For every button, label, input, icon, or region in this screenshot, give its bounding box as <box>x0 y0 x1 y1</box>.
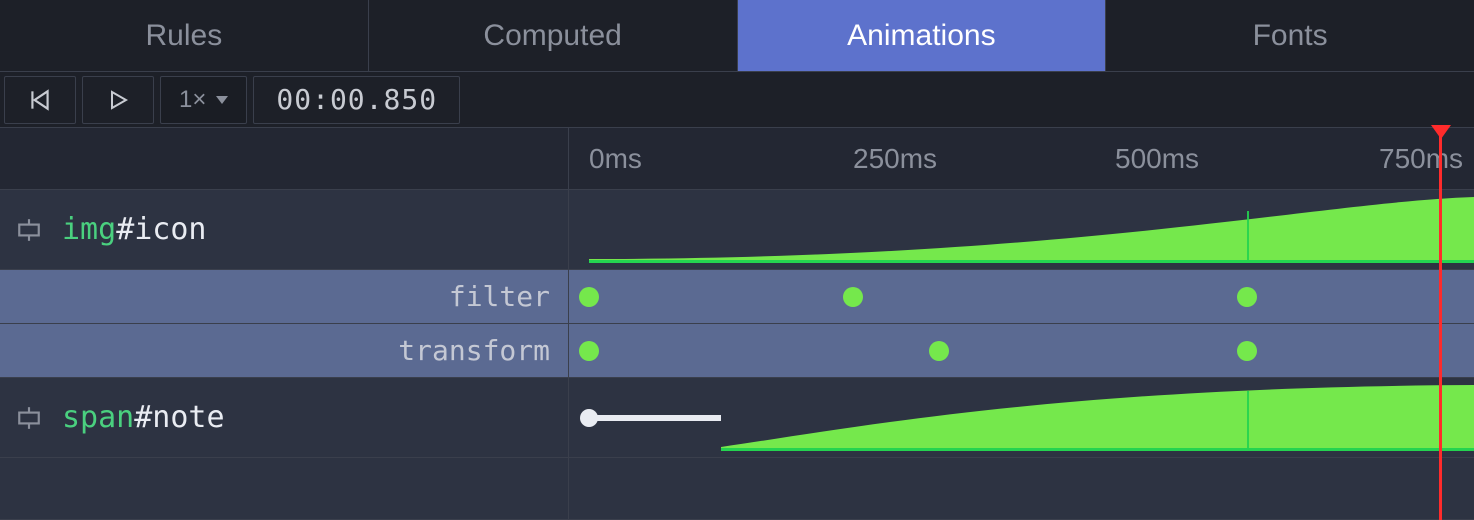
keyframe[interactable] <box>579 287 599 307</box>
playhead-scrubber[interactable] <box>1439 128 1442 520</box>
time-ruler[interactable]: 0ms 250ms 500ms 750ms <box>0 128 1474 190</box>
tab-fonts[interactable]: Fonts <box>1106 0 1474 71</box>
timeline-spacer <box>0 458 1474 520</box>
keyframe[interactable] <box>929 341 949 361</box>
inspector-tabs: Rules Computed Animations Fonts <box>0 0 1474 72</box>
tab-rules[interactable]: Rules <box>0 0 369 71</box>
element-selector: img#icon <box>62 212 207 247</box>
keyframe[interactable] <box>579 341 599 361</box>
playhead-marker-icon <box>1431 125 1451 139</box>
time-tick: 250ms <box>853 143 937 175</box>
property-row[interactable]: filter <box>0 270 1474 324</box>
property-name: transform <box>398 334 550 367</box>
element-selector: span#note <box>62 400 225 435</box>
time-tick: 0ms <box>589 143 642 175</box>
rewind-icon <box>27 87 53 113</box>
chevron-down-icon <box>216 96 228 104</box>
time-tick: 750ms <box>1379 143 1463 175</box>
animated-element-row[interactable]: img#icon <box>0 190 1474 270</box>
animation-timeline: 0ms 250ms 500ms 750ms img#icon filter <box>0 128 1474 520</box>
iteration-marker <box>1247 211 1249 261</box>
property-row[interactable]: transform <box>0 324 1474 378</box>
animation-summary-track[interactable] <box>569 190 1474 269</box>
animation-summary-track[interactable] <box>569 378 1474 457</box>
iteration-marker <box>1247 391 1249 449</box>
animation-delay-start[interactable] <box>580 409 598 427</box>
rewind-button[interactable] <box>4 76 76 124</box>
timecode-display: 00:00.850 <box>253 76 460 124</box>
time-tick: 500ms <box>1115 143 1199 175</box>
play-icon <box>106 88 130 112</box>
property-name: filter <box>449 280 550 313</box>
node-highlighter-icon[interactable] <box>14 403 44 433</box>
animated-element-row[interactable]: span#note <box>0 378 1474 458</box>
keyframe[interactable] <box>1237 287 1257 307</box>
animation-controls: 1× 00:00.850 <box>0 72 1474 128</box>
animation-delay[interactable] <box>589 415 721 421</box>
node-highlighter-icon[interactable] <box>14 215 44 245</box>
keyframe[interactable] <box>843 287 863 307</box>
keyframe[interactable] <box>1237 341 1257 361</box>
tab-animations[interactable]: Animations <box>738 0 1107 71</box>
playback-speed-select[interactable]: 1× <box>160 76 247 124</box>
play-button[interactable] <box>82 76 154 124</box>
tab-computed[interactable]: Computed <box>369 0 738 71</box>
playback-speed-value: 1× <box>179 86 206 114</box>
